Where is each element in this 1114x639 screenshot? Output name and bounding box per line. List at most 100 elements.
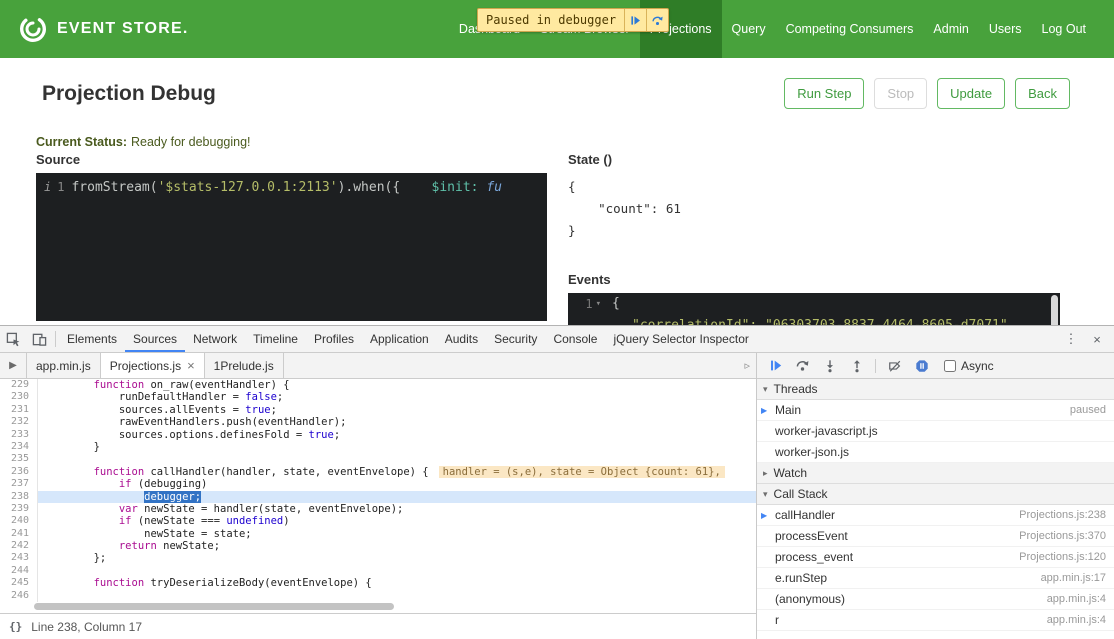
pretty-print-button[interactable]: {} (9, 620, 22, 633)
file-tab-projections-js[interactable]: Projections.js× (101, 353, 205, 378)
file-tab-app-min-js[interactable]: app.min.js (27, 353, 101, 378)
update-button[interactable]: Update (937, 78, 1005, 109)
call-stack-frame[interactable]: (anonymous)app.min.js:4 (757, 589, 1114, 610)
code-line[interactable]: 233 sources.options.definesFold = true; (0, 429, 756, 441)
line-number[interactable]: 245 (0, 577, 38, 589)
nav-item-admin[interactable]: Admin (923, 0, 978, 58)
thread-row[interactable]: worker-json.js (757, 442, 1114, 463)
call-stack-frame[interactable]: processEventProjections.js:370 (757, 526, 1114, 547)
call-stack-frame[interactable]: process_eventProjections.js:120 (757, 547, 1114, 568)
pause-on-exceptions-button[interactable] (909, 355, 934, 377)
tab-profiles[interactable]: Profiles (306, 326, 362, 352)
source-code-editor[interactable]: i 1 fromStream('$stats-127.0.0.1:2113').… (36, 173, 547, 321)
nav-item-log-out[interactable]: Log Out (1032, 0, 1096, 58)
line-number[interactable]: 234 (0, 441, 38, 453)
line-number[interactable]: 241 (0, 528, 38, 540)
frame-location[interactable]: app.min.js:17 (1041, 572, 1106, 584)
nav-item-query[interactable]: Query (722, 0, 776, 58)
async-toggle[interactable]: Async (944, 359, 994, 373)
tab-timeline[interactable]: Timeline (245, 326, 306, 352)
fold-caret-icon[interactable]: ▾ (596, 293, 601, 315)
thread-row[interactable]: ▶Mainpaused (757, 400, 1114, 421)
step-over-button[interactable] (790, 355, 815, 377)
step-into-button[interactable] (817, 355, 842, 377)
panel-toggle-icon[interactable]: ▹ (744, 353, 756, 378)
code-line[interactable]: 231 sources.allEvents = true; (0, 404, 756, 416)
tab-jquery-selector-inspector[interactable]: jQuery Selector Inspector (605, 326, 756, 352)
run-step-button[interactable]: Run Step (784, 78, 864, 109)
devtools-close-icon[interactable]: × (1084, 326, 1110, 352)
code-line[interactable]: 239 var newState = handler(state, eventE… (0, 503, 756, 515)
code-line[interactable]: 238 debugger; (0, 491, 756, 503)
call-stack-frame[interactable]: e.runStepapp.min.js:17 (757, 568, 1114, 589)
code-line[interactable]: 235 (0, 453, 756, 465)
call-stack-frame[interactable]: ▶callHandlerProjections.js:238 (757, 505, 1114, 526)
devtools-menu-icon[interactable]: ⋮ (1058, 326, 1084, 352)
deactivate-breakpoints-button[interactable] (882, 355, 907, 377)
call-stack-section-header[interactable]: ▾ Call Stack (757, 484, 1114, 505)
tab-security[interactable]: Security (486, 326, 545, 352)
line-number[interactable]: 231 (0, 404, 38, 416)
tab-console[interactable]: Console (545, 326, 605, 352)
line-number[interactable]: 244 (0, 565, 38, 577)
frame-location[interactable]: app.min.js:4 (1047, 593, 1106, 605)
code-line[interactable]: 236 function callHandler(handler, state,… (0, 466, 756, 478)
code-line[interactable]: 246 (0, 590, 756, 602)
frame-location[interactable]: Projections.js:370 (1019, 530, 1106, 542)
banner-step-over-button[interactable] (646, 9, 668, 31)
line-number[interactable]: 242 (0, 540, 38, 552)
async-checkbox[interactable] (944, 360, 956, 372)
logo[interactable]: EVENT STORE. (18, 14, 188, 44)
frame-location[interactable]: app.min.js:4 (1047, 614, 1106, 626)
code-line[interactable]: 241 newState = state; (0, 528, 756, 540)
line-number[interactable]: 236 (0, 466, 38, 478)
back-button[interactable]: Back (1015, 78, 1070, 109)
frame-location[interactable]: Projections.js:238 (1019, 509, 1106, 521)
tab-elements[interactable]: Elements (59, 326, 125, 352)
code-line[interactable]: 234 } (0, 441, 756, 453)
line-number[interactable]: 243 (0, 552, 38, 564)
line-number[interactable]: 246 (0, 590, 38, 602)
tab-audits[interactable]: Audits (437, 326, 486, 352)
line-number[interactable]: 230 (0, 391, 38, 403)
code-line[interactable]: 232 rawEventHandlers.push(eventHandler); (0, 416, 756, 428)
code-line[interactable]: 229 function on_raw(eventHandler) { (0, 379, 756, 391)
events-scrollbar[interactable] (1051, 295, 1058, 325)
code-line[interactable]: 244 (0, 565, 756, 577)
line-number[interactable]: 233 (0, 429, 38, 441)
call-stack-frame[interactable]: rapp.min.js:4 (757, 610, 1114, 631)
banner-resume-button[interactable] (624, 9, 646, 31)
code-editor[interactable]: 229 function on_raw(eventHandler) {230 r… (0, 379, 756, 613)
show-navigator-icon[interactable]: ▶ (0, 353, 27, 378)
step-out-button[interactable] (844, 355, 869, 377)
resume-script-button[interactable] (763, 355, 788, 377)
watch-section-header[interactable]: ▸ Watch (757, 463, 1114, 484)
code-line[interactable]: 245 function tryDeserializeBody(eventEnv… (0, 577, 756, 589)
nav-item-users[interactable]: Users (979, 0, 1032, 58)
tab-sources[interactable]: Sources (125, 326, 185, 352)
line-number[interactable]: 229 (0, 379, 38, 391)
line-number[interactable]: 237 (0, 478, 38, 490)
line-number[interactable]: 235 (0, 453, 38, 465)
tab-network[interactable]: Network (185, 326, 245, 352)
device-toolbar-icon[interactable] (26, 326, 52, 352)
inspect-element-icon[interactable] (0, 326, 26, 352)
thread-row[interactable]: worker-javascript.js (757, 421, 1114, 442)
code-line[interactable]: 240 if (newState === undefined) (0, 515, 756, 527)
code-line[interactable]: 243 }; (0, 552, 756, 564)
events-editor[interactable]: 1 ▾ { "correlationId": "06303703-8837-44… (568, 293, 1060, 325)
threads-section-header[interactable]: ▾ Threads (757, 379, 1114, 400)
horizontal-scrollbar[interactable] (34, 603, 394, 610)
code-line[interactable]: 230 runDefaultHandler = false; (0, 391, 756, 403)
frame-location[interactable]: Projections.js:120 (1019, 551, 1106, 563)
tab-application[interactable]: Application (362, 326, 437, 352)
line-number[interactable]: 232 (0, 416, 38, 428)
line-number[interactable]: 240 (0, 515, 38, 527)
close-file-icon[interactable]: × (187, 358, 195, 373)
line-number[interactable]: 239 (0, 503, 38, 515)
nav-item-competing-consumers[interactable]: Competing Consumers (776, 0, 924, 58)
line-number[interactable]: 238 (0, 491, 38, 503)
file-tab-1prelude-js[interactable]: 1Prelude.js (205, 353, 284, 378)
code-line[interactable]: 242 return newState; (0, 540, 756, 552)
code-line[interactable]: 237 if (debugging) (0, 478, 756, 490)
